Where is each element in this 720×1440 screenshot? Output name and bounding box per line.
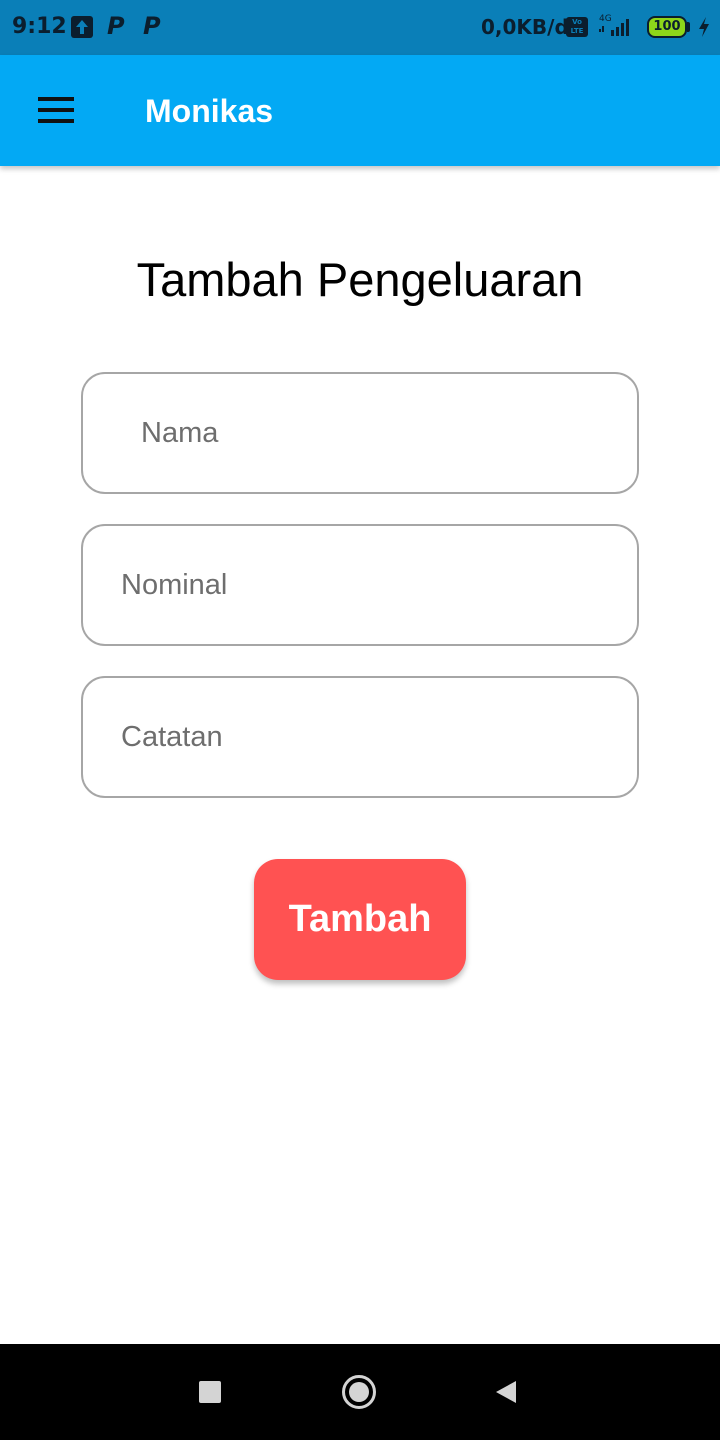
signal-icon: 4G bbox=[599, 14, 629, 36]
charging-icon bbox=[699, 17, 709, 37]
battery-icon: 100 bbox=[647, 16, 687, 38]
app-bar: Monikas bbox=[0, 55, 720, 166]
volte-label-top: Vo bbox=[572, 18, 582, 26]
status-time: 9:12 bbox=[12, 14, 67, 39]
network-type: 4G bbox=[599, 14, 612, 24]
volte-label-bottom: LTE bbox=[570, 27, 584, 35]
nama-input[interactable] bbox=[81, 372, 639, 494]
volte-icon: Vo LTE bbox=[566, 17, 588, 37]
battery-tip bbox=[687, 22, 690, 32]
app-title: Monikas bbox=[145, 93, 274, 129]
navigation-bar bbox=[0, 1344, 720, 1440]
upload-icon bbox=[71, 16, 93, 38]
hamburger-menu-icon[interactable] bbox=[30, 93, 82, 129]
back-icon[interactable] bbox=[494, 1380, 518, 1404]
page-title: Tambah Pengeluaran bbox=[136, 253, 584, 306]
data-speed: 0,0KB/d bbox=[481, 15, 569, 39]
catatan-input[interactable] bbox=[81, 676, 639, 798]
status-bar: 9:12 P P 0,0KB/d Vo LTE 4G 100 bbox=[0, 0, 720, 55]
p-icon: P bbox=[107, 12, 125, 40]
tambah-button[interactable]: Tambah bbox=[254, 859, 466, 980]
nominal-input[interactable] bbox=[81, 524, 639, 646]
recent-apps-icon[interactable] bbox=[199, 1381, 221, 1403]
home-icon[interactable] bbox=[342, 1375, 376, 1409]
p-icon: P bbox=[143, 12, 161, 40]
